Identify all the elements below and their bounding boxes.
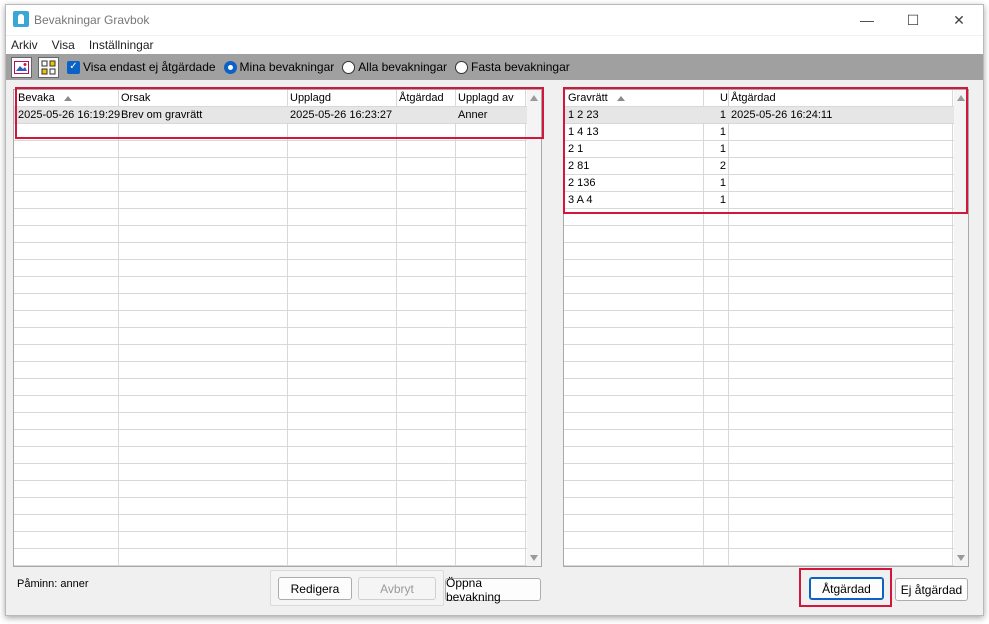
minimize-icon[interactable]: — bbox=[844, 5, 890, 35]
edit-button-group: Redigera Avbryt bbox=[270, 570, 444, 606]
menu-arkiv[interactable]: Arkiv bbox=[11, 38, 38, 52]
edit-button[interactable]: Redigera bbox=[278, 577, 352, 600]
checkmark-icon: ✓ bbox=[67, 60, 80, 74]
app-icon bbox=[13, 11, 29, 27]
radio-selected-icon bbox=[223, 60, 237, 74]
reminder-label: Påminn: anner bbox=[17, 578, 89, 590]
watch-list-grid[interactable]: Bevaka Orsak Upplagd Åtgärdad Upplagd av… bbox=[13, 89, 542, 567]
open-watch-button[interactable]: Öppna bevakning bbox=[445, 576, 541, 604]
radio-all[interactable]: Alla bevakningar bbox=[342, 60, 447, 74]
radio-icon bbox=[455, 60, 469, 74]
picture-icon[interactable] bbox=[11, 56, 32, 78]
scroll-down-icon[interactable] bbox=[957, 555, 965, 561]
scrollbar[interactable] bbox=[527, 90, 541, 566]
toolbar: ✓ Visa endast ej åtgärdade Mina bevaknin… bbox=[6, 54, 983, 80]
cancel-button[interactable]: Avbryt bbox=[358, 577, 436, 600]
app-window: Bevakningar Gravbok — ☐ ✕ Arkiv Visa Ins… bbox=[5, 4, 984, 616]
radio-mine[interactable]: Mina bevakningar bbox=[223, 60, 334, 74]
highlight-box bbox=[563, 87, 968, 214]
highlight-box bbox=[15, 87, 544, 139]
window-title: Bevakningar Gravbok bbox=[34, 13, 150, 27]
close-icon[interactable]: ✕ bbox=[936, 5, 982, 35]
not-handled-button[interactable]: Ej åtgärdad bbox=[895, 578, 968, 601]
radio-icon bbox=[342, 60, 356, 74]
title-bar: Bevakningar Gravbok — ☐ ✕ bbox=[6, 5, 983, 35]
menu-bar: Arkiv Visa Inställningar bbox=[6, 36, 983, 54]
radio-fixed[interactable]: Fasta bevakningar bbox=[455, 60, 570, 74]
scroll-down-icon[interactable] bbox=[530, 555, 538, 561]
maximize-icon[interactable]: ☐ bbox=[890, 5, 936, 35]
show-unhandled-checkbox[interactable]: ✓ Visa endast ej åtgärdade bbox=[67, 60, 216, 74]
menu-installningar[interactable]: Inställningar bbox=[89, 38, 154, 52]
grid-view-icon[interactable] bbox=[38, 56, 59, 78]
highlight-box bbox=[799, 568, 892, 607]
menu-visa[interactable]: Visa bbox=[52, 38, 75, 52]
